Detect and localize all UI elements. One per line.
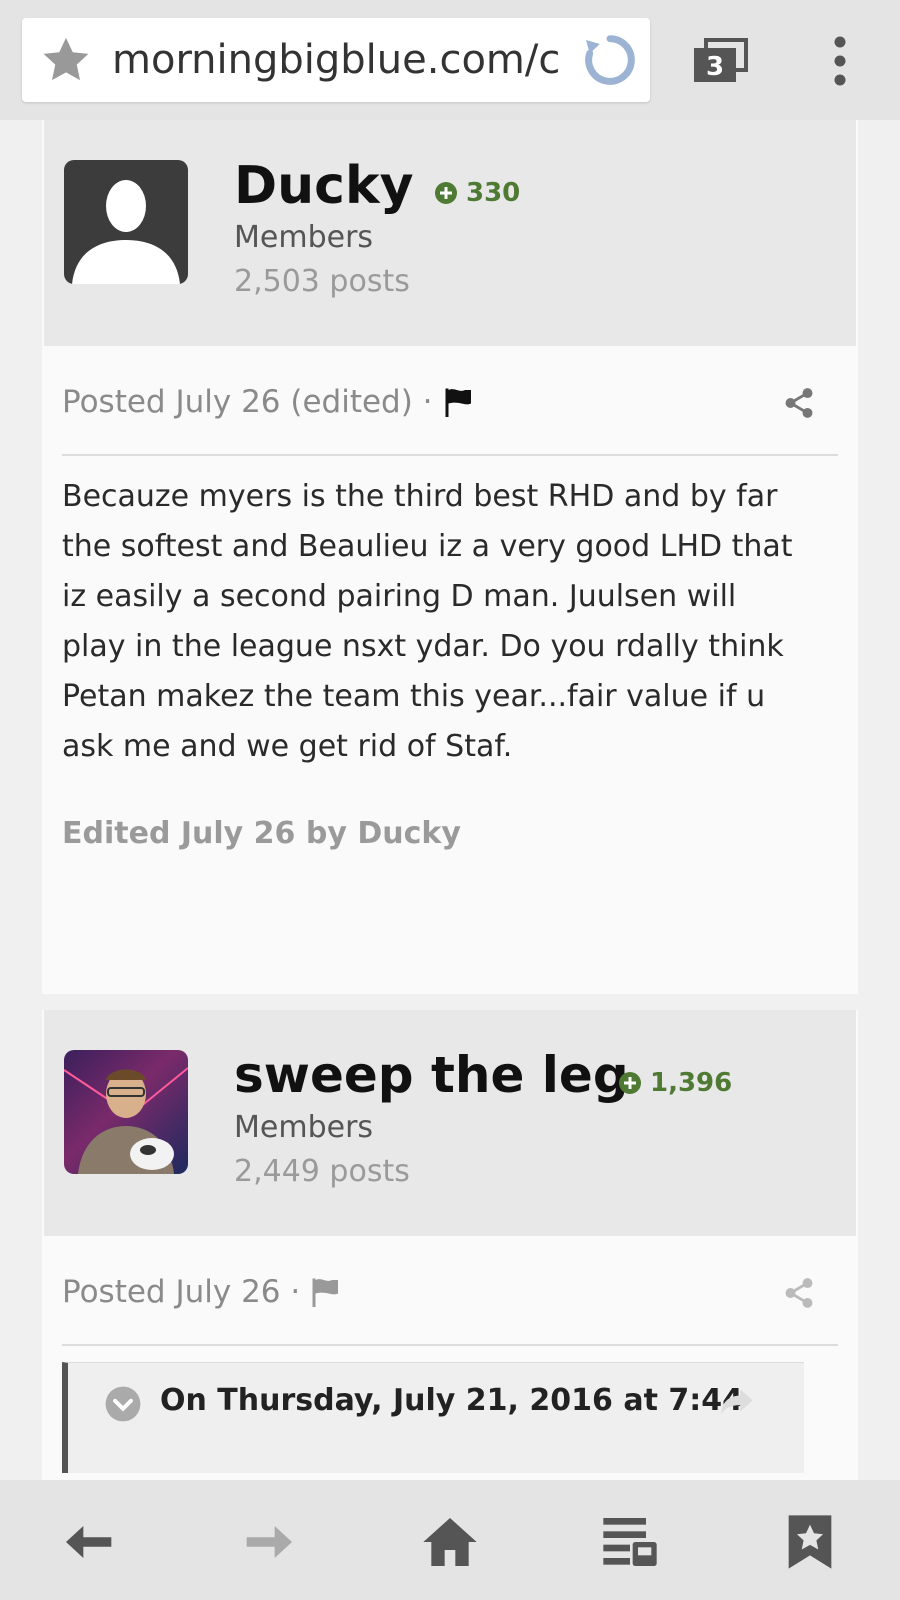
member-group: Members xyxy=(234,220,374,255)
quote-block: On Thursday, July 21, 2016 at 7:44 xyxy=(62,1362,804,1473)
author-name[interactable]: Ducky xyxy=(234,156,414,216)
author-box: sweep the leg 1,396 Members 2,449 posts xyxy=(44,1010,856,1236)
bookmarks-button[interactable] xyxy=(778,1510,842,1574)
page-content: Ducky 330 Members 2,503 posts Posted Jul… xyxy=(0,120,900,1480)
back-icon xyxy=(66,1526,112,1558)
forum-post: sweep the leg 1,396 Members 2,449 posts … xyxy=(42,1010,858,1480)
overflow-menu-button[interactable] xyxy=(820,34,860,88)
edited-note: Edited July 26 by Ducky xyxy=(62,816,461,851)
post-meta: Posted July 26 (edited) · xyxy=(62,384,477,420)
reputation-count: 330 xyxy=(466,178,521,208)
bottom-navigation xyxy=(0,1480,900,1600)
avatar[interactable] xyxy=(64,160,188,284)
reader-icon xyxy=(603,1518,657,1566)
tabs-button[interactable]: 3 xyxy=(688,34,752,88)
quote-citation: On Thursday, July 21, 2016 at 7:44 xyxy=(160,1383,743,1418)
post-body: Becauze myers is the third best RHD and … xyxy=(62,479,793,764)
post-meta: Posted July 26 · xyxy=(62,1274,344,1310)
reputation-badge: 1,396 xyxy=(618,1068,732,1098)
reputation-badge: 330 xyxy=(434,178,520,208)
share-icon[interactable] xyxy=(782,386,816,420)
forum-post: Ducky 330 Members 2,503 posts Posted Jul… xyxy=(42,120,858,994)
post-count: 2,449 posts xyxy=(234,1154,410,1189)
forward-button[interactable] xyxy=(236,1510,300,1574)
divider xyxy=(62,454,838,456)
reload-icon[interactable] xyxy=(578,28,642,92)
author-name[interactable]: sweep the leg xyxy=(234,1046,629,1104)
member-group: Members xyxy=(234,1110,374,1145)
post-count: 2,503 posts xyxy=(234,264,410,299)
posted-date: Posted July 26 · xyxy=(62,1274,301,1310)
author-box: Ducky 330 Members 2,503 posts xyxy=(44,120,856,346)
share-icon[interactable] xyxy=(782,1276,816,1310)
tabs-icon: 3 xyxy=(694,38,748,82)
report-flag-icon[interactable] xyxy=(441,387,477,417)
overflow-menu-icon xyxy=(834,36,846,86)
quote-collapse-icon[interactable] xyxy=(104,1385,142,1423)
default-avatar-silhouette xyxy=(72,180,180,284)
url-bar[interactable]: morningbigblue.com/c xyxy=(22,18,650,102)
url-text[interactable]: morningbigblue.com/c xyxy=(112,32,582,88)
reputation-plus-icon xyxy=(435,182,457,204)
forward-icon xyxy=(246,1526,292,1558)
posted-date: Posted July 26 (edited) · xyxy=(62,384,433,420)
quote-link-icon[interactable] xyxy=(718,1385,756,1419)
star-icon[interactable] xyxy=(38,32,94,88)
divider xyxy=(62,1344,838,1346)
bookmarks-icon xyxy=(788,1515,832,1569)
home-icon xyxy=(423,1518,477,1566)
browser-toolbar: morningbigblue.com/c 3 xyxy=(0,0,900,120)
back-button[interactable] xyxy=(58,1510,122,1574)
report-flag-icon[interactable] xyxy=(308,1277,344,1307)
avatar[interactable] xyxy=(64,1050,188,1174)
reputation-count: 1,396 xyxy=(650,1068,733,1098)
reader-mode-button[interactable] xyxy=(598,1510,662,1574)
user-avatar-photo xyxy=(64,1067,188,1174)
home-button[interactable] xyxy=(418,1510,482,1574)
reputation-plus-icon xyxy=(619,1072,641,1094)
tab-count: 3 xyxy=(706,52,724,82)
